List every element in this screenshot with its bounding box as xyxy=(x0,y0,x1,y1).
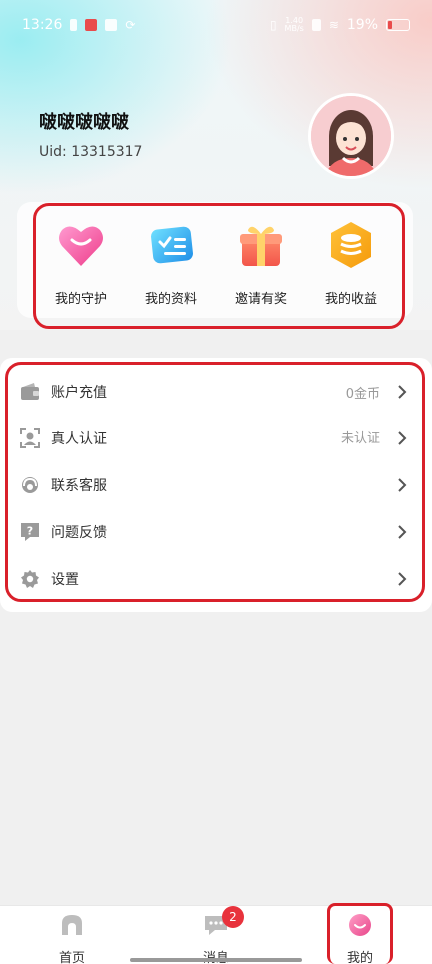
me-icon xyxy=(349,914,371,936)
vibrate-icon: ▯ xyxy=(269,18,277,32)
profile-card-icon xyxy=(151,226,193,264)
menu-item-label: 真人认证 xyxy=(51,431,107,447)
profile-uid: Uid: 13315317 xyxy=(39,144,143,160)
network-speed-unit: MB/s xyxy=(284,24,304,33)
avatar-girl-icon xyxy=(311,96,391,176)
battery-icon xyxy=(386,19,410,31)
menu-item-support[interactable]: 联系客服 xyxy=(0,462,432,508)
menu-item-label: 账户充值 xyxy=(51,385,107,401)
quick-action-guard[interactable]: 我的守护 xyxy=(40,218,122,307)
menu-item-feedback[interactable]: ? 问题反馈 xyxy=(0,509,432,555)
taobao-icon xyxy=(85,19,98,31)
menu-item-settings[interactable]: 设置 xyxy=(0,556,432,602)
coins-icon xyxy=(331,222,371,268)
menu-item-value: 0金币 xyxy=(345,386,380,402)
menu-item-label: 问题反馈 xyxy=(51,525,107,541)
home-indicator xyxy=(130,958,302,962)
tab-messages[interactable]: 消息 xyxy=(166,905,266,964)
message-badge: 2 xyxy=(222,906,244,928)
headset-icon xyxy=(22,477,38,493)
sync-icon: ⟳ xyxy=(125,18,136,32)
quick-action-invite[interactable]: 邀请有奖 xyxy=(220,218,302,307)
svg-text:?: ? xyxy=(27,525,33,538)
status-left: 13:26 ⟳ xyxy=(22,17,135,33)
profile-name[interactable]: 啵啵啵啵啵 xyxy=(39,108,129,134)
quick-action-earnings[interactable]: 我的收益 xyxy=(310,218,392,307)
face-verify-icon xyxy=(20,428,40,448)
chevron-right-icon xyxy=(398,385,407,399)
tab-label: 我的 xyxy=(346,951,373,964)
quick-action-label: 我的资料 xyxy=(144,292,197,307)
wallet-icon xyxy=(21,383,39,400)
tab-home[interactable]: 首页 xyxy=(22,905,122,964)
chevron-right-icon xyxy=(398,431,407,445)
quick-action-label: 我的收益 xyxy=(324,292,377,307)
quick-action-label: 邀请有奖 xyxy=(234,292,287,307)
status-bar: 13:26 ⟳ ▯ 1.40 MB/s ≋ 19% xyxy=(0,0,432,50)
heart-icon xyxy=(59,226,103,266)
chevron-right-icon xyxy=(398,525,407,539)
gift-icon xyxy=(240,226,282,266)
menu-item-recharge[interactable]: 账户充值 0金币 xyxy=(0,369,432,415)
home-icon xyxy=(62,915,82,935)
menu-item-value: 未认证 xyxy=(340,431,380,446)
chevron-right-icon xyxy=(398,478,407,492)
menu-item-verify[interactable]: 真人认证 未认证 xyxy=(0,415,432,461)
sim-card-icon xyxy=(311,19,321,31)
notification-icon xyxy=(105,19,118,31)
wifi-icon: ≋ xyxy=(328,18,339,32)
menu-item-label: 设置 xyxy=(51,572,79,588)
quick-action-profile[interactable]: 我的资料 xyxy=(130,218,212,307)
battery-percent: 19% xyxy=(346,17,378,33)
tab-me[interactable]: 我的 xyxy=(310,905,410,964)
chevron-right-icon xyxy=(398,572,407,586)
status-right: ▯ 1.40 MB/s ≋ 19% xyxy=(270,17,410,33)
quick-action-label: 我的守护 xyxy=(54,292,107,307)
avatar[interactable] xyxy=(308,93,394,179)
gear-icon xyxy=(21,570,39,588)
sim-icon xyxy=(70,19,78,31)
tab-label: 首页 xyxy=(58,951,85,964)
status-time: 13:26 xyxy=(22,17,63,33)
network-speed: 1.40 MB/s xyxy=(285,17,304,33)
question-icon: ? xyxy=(21,523,39,541)
menu-item-label: 联系客服 xyxy=(51,478,107,494)
